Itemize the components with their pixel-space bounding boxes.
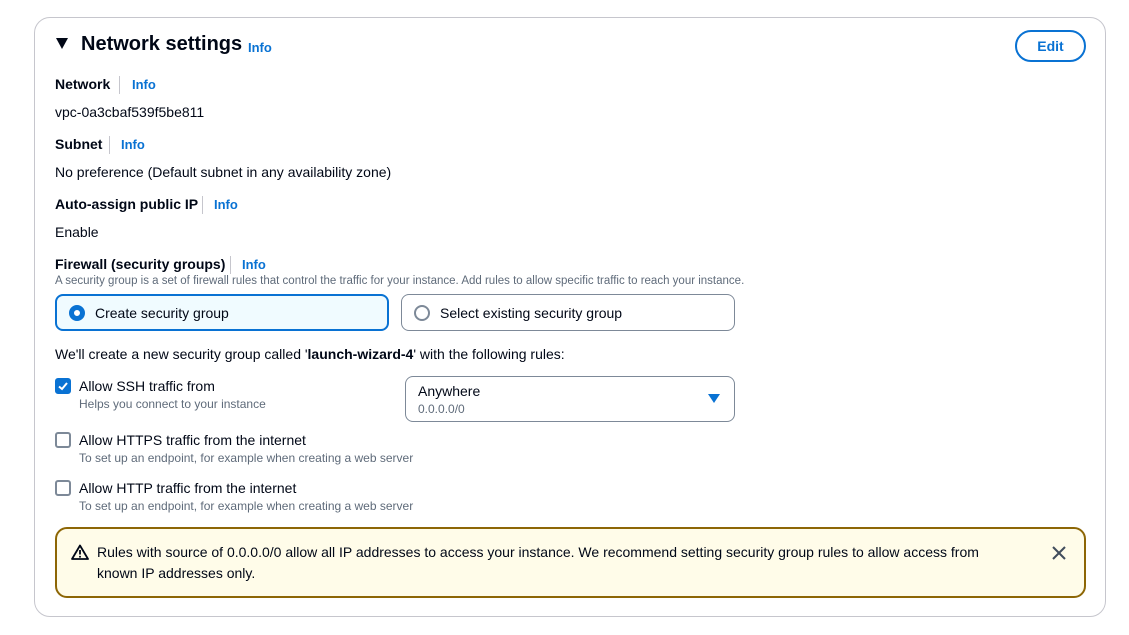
close-icon[interactable] <box>1052 546 1066 560</box>
alert-text-line-2: known IP addresses only. <box>97 565 256 581</box>
network-value: vpc-0a3cbaf539f5be811 <box>55 104 205 120</box>
auto-assign-label: Auto-assign public IP <box>55 196 199 212</box>
ssh-rule-description: Helps you connect to your instance <box>79 397 266 411</box>
ssh-source-select[interactable]: Anywhere 0.0.0.0/0 <box>405 376 735 422</box>
https-checkbox[interactable] <box>55 432 71 448</box>
http-rule-description: To set up an endpoint, for example when … <box>79 499 414 513</box>
option-label: Create security group <box>95 304 229 321</box>
subnet-info-link[interactable]: Info <box>121 137 145 152</box>
divider <box>109 136 110 154</box>
ssh-source-value: Anywhere <box>418 383 481 399</box>
http-checkbox[interactable] <box>55 480 71 496</box>
security-group-name: launch-wizard-4 <box>307 346 414 362</box>
rules-intro: We'll create a new security group called… <box>55 346 565 362</box>
radio-unselected-icon <box>414 304 430 321</box>
divider <box>230 256 231 274</box>
section-title: Network settings <box>81 33 243 55</box>
dropdown-triangle-icon <box>708 394 720 403</box>
rules-intro-suffix: ' with the following rules: <box>413 346 565 362</box>
subnet-label: Subnet <box>55 136 103 152</box>
ssh-source-description: 0.0.0.0/0 <box>418 402 465 416</box>
divider <box>202 196 203 214</box>
create-security-group-option[interactable]: Create security group <box>55 294 389 331</box>
https-rule-label[interactable]: Allow HTTPS traffic from the internet <box>79 432 306 448</box>
https-rule-description: To set up an endpoint, for example when … <box>79 451 414 465</box>
radio-selected-icon <box>69 304 85 321</box>
checkmark-icon <box>58 382 68 391</box>
firewall-info-link[interactable]: Info <box>242 257 266 272</box>
warning-alert: Rules with source of 0.0.0.0/0 allow all… <box>55 527 1086 598</box>
network-label: Network <box>55 76 111 92</box>
firewall-label: Firewall (security groups) <box>55 256 226 272</box>
http-rule-label[interactable]: Allow HTTP traffic from the internet <box>79 480 296 496</box>
select-existing-security-group-option[interactable]: Select existing security group <box>401 294 735 331</box>
rules-intro-prefix: We'll create a new security group called… <box>55 346 308 362</box>
title-info-link[interactable]: Info <box>248 40 272 55</box>
ssh-rule-label[interactable]: Allow SSH traffic from <box>79 378 215 394</box>
auto-assign-value: Enable <box>55 224 99 240</box>
option-label: Select existing security group <box>440 304 623 321</box>
auto-assign-info-link[interactable]: Info <box>214 197 238 212</box>
subnet-value: No preference (Default subnet in any ava… <box>55 164 392 180</box>
collapse-caret-icon[interactable] <box>56 38 68 49</box>
edit-button[interactable]: Edit <box>1015 30 1086 62</box>
alert-text-line-1: Rules with source of 0.0.0.0/0 allow all… <box>97 544 979 560</box>
divider <box>119 76 120 94</box>
ssh-checkbox[interactable] <box>55 378 71 394</box>
network-info-link[interactable]: Info <box>132 77 156 92</box>
warning-icon <box>71 544 89 560</box>
firewall-description: A security group is a set of firewall ru… <box>55 275 745 287</box>
